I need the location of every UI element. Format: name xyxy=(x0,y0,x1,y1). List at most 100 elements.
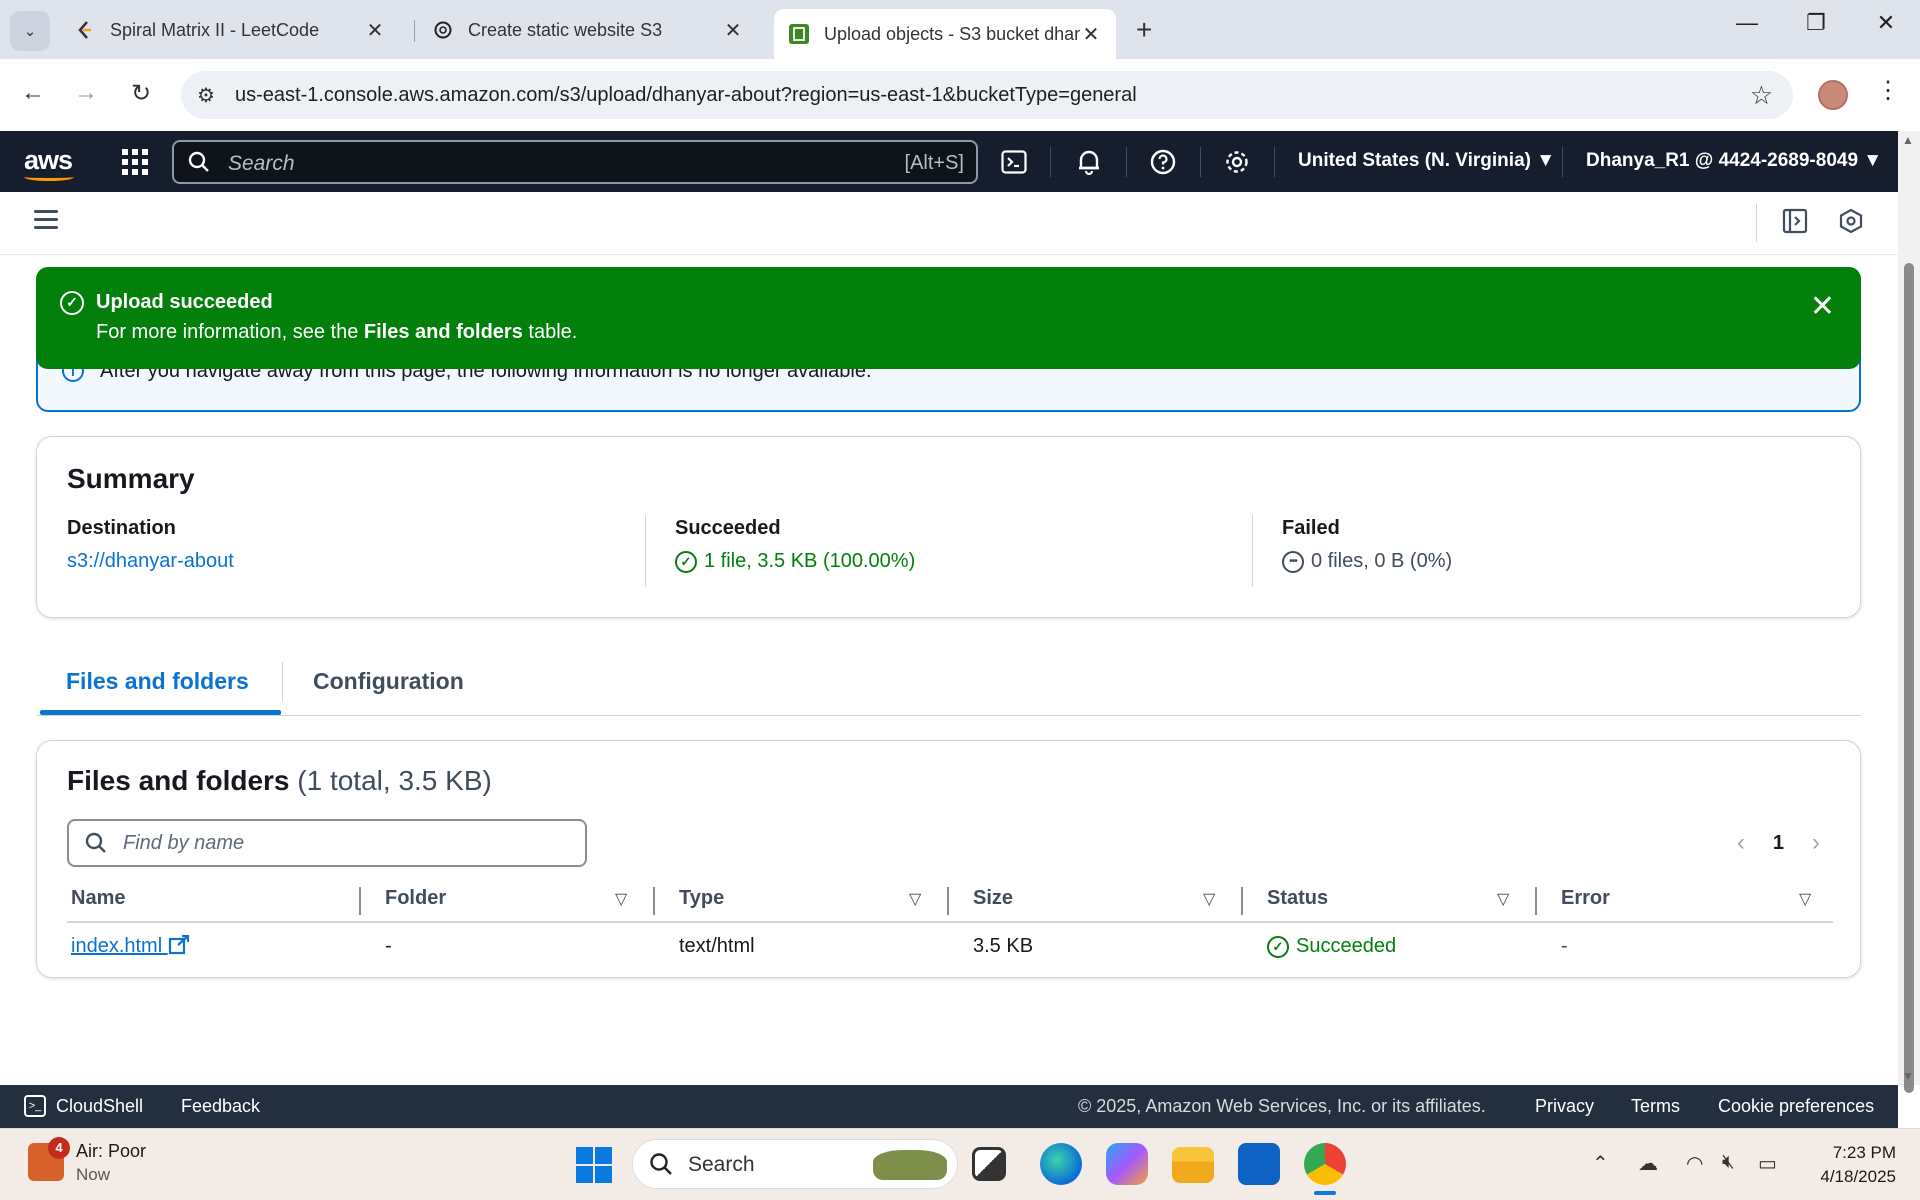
profile-avatar[interactable] xyxy=(1818,80,1848,110)
failed-value: ••• 0 files, 0 B (0%) xyxy=(1282,550,1452,573)
reload-icon[interactable]: ↻ xyxy=(125,79,157,108)
browser-tab-s3-upload[interactable]: Upload objects - S3 bucket dhanyar-about… xyxy=(774,9,1116,59)
table-row: index.html - text/html 3.5 KB ✓ Succeede… xyxy=(67,925,1833,969)
system-clock[interactable]: 7:23 PM 4/18/2025 xyxy=(1820,1141,1896,1189)
volume-muted-icon[interactable]: 🔇︎ xyxy=(1722,1151,1735,1174)
browser-tab-leetcode[interactable]: Spiral Matrix II - LeetCode ✕ xyxy=(60,9,400,51)
scroll-down-arrow-icon[interactable]: ▼ xyxy=(1902,1069,1914,1083)
show-hidden-icons-chevron-icon[interactable]: ⌃ xyxy=(1592,1151,1609,1176)
bell-icon[interactable] xyxy=(1072,145,1106,179)
page-scrollbar[interactable]: ▲ ▼ xyxy=(1898,131,1920,1093)
subheader-divider xyxy=(1756,204,1757,242)
previous-page-icon[interactable]: ‹ xyxy=(1737,829,1745,857)
onedrive-cloud-icon[interactable]: ☁ xyxy=(1638,1151,1658,1176)
aws-logo[interactable]: aws xyxy=(24,145,74,181)
close-flash-icon[interactable]: ✕ xyxy=(1810,289,1835,324)
close-tab-icon[interactable]: ✕ xyxy=(722,18,744,43)
outlook-icon[interactable] xyxy=(1238,1143,1280,1185)
tab-configuration[interactable]: Configuration xyxy=(313,668,464,695)
footer-copyright: © 2025, Amazon Web Services, Inc. or its… xyxy=(1078,1096,1486,1116)
tab-search-button[interactable]: ⌄ xyxy=(10,11,50,51)
services-grid-icon[interactable] xyxy=(122,149,148,175)
find-by-name-input[interactable] xyxy=(123,827,573,859)
column-resizer[interactable] xyxy=(1241,887,1243,915)
scrollbar-thumb[interactable] xyxy=(1904,263,1914,1093)
column-resizer[interactable] xyxy=(947,887,949,915)
column-divider xyxy=(645,515,646,587)
file-folder-cell: - xyxy=(385,935,392,957)
browser-tab-chatgpt[interactable]: Create static website S3 ✕ xyxy=(418,9,758,51)
column-header-folder[interactable]: Folder xyxy=(385,887,446,910)
flash-body-suffix: table. xyxy=(522,321,578,343)
close-tab-icon[interactable]: ✕ xyxy=(1080,22,1102,47)
succeeded-text: 1 file, 3.5 KB (100.00%) xyxy=(704,550,916,572)
restore-window-icon[interactable]: ❐ xyxy=(1796,10,1836,36)
flash-body-prefix: For more information, see the xyxy=(96,321,364,343)
file-name-link[interactable]: index.html xyxy=(71,934,190,958)
file-name-text: index.html xyxy=(71,935,163,957)
side-panel-icon[interactable] xyxy=(1782,208,1808,241)
gear-icon[interactable] xyxy=(1220,145,1254,179)
files-title-text: Files and folders xyxy=(67,765,290,796)
task-view-icon[interactable] xyxy=(972,1147,1006,1181)
site-settings-icon[interactable]: ⚙ xyxy=(197,83,215,108)
sort-icon[interactable]: ▽ xyxy=(909,889,921,909)
sort-icon[interactable]: ▽ xyxy=(615,889,627,909)
failed-column: Failed ••• 0 files, 0 B (0%) xyxy=(1282,517,1452,573)
column-header-error[interactable]: Error xyxy=(1561,887,1610,910)
windows-start-icon[interactable] xyxy=(576,1147,612,1183)
column-resizer[interactable] xyxy=(1535,887,1537,915)
sort-icon[interactable]: ▽ xyxy=(1203,889,1215,909)
column-header-type[interactable]: Type xyxy=(679,887,724,910)
forward-arrow-icon[interactable]: → xyxy=(70,79,102,107)
find-by-name-field[interactable] xyxy=(67,819,587,867)
check-circle-icon: ✓ xyxy=(60,291,84,315)
sort-icon[interactable]: ▽ xyxy=(1799,889,1811,909)
sort-icon[interactable]: ▽ xyxy=(1497,889,1509,909)
hamburger-menu-icon[interactable] xyxy=(34,210,58,234)
footer-terms-link[interactable]: Terms xyxy=(1631,1096,1680,1117)
active-tab-indicator xyxy=(40,710,281,715)
aws-top-nav: aws Search [Alt+S] United States (N. Vir… xyxy=(0,131,1898,192)
help-icon[interactable] xyxy=(1146,145,1180,179)
taskbar-search[interactable]: Search xyxy=(632,1139,958,1189)
wifi-icon[interactable]: ◠ xyxy=(1686,1151,1703,1176)
file-status-cell: ✓ Succeeded xyxy=(1267,935,1396,958)
back-arrow-icon[interactable]: ← xyxy=(17,79,49,107)
s3-favicon-icon xyxy=(788,23,810,45)
footer-cookie-link[interactable]: Cookie preferences xyxy=(1718,1096,1874,1117)
weather-title[interactable]: Air: Poor xyxy=(76,1141,146,1162)
current-page[interactable]: 1 xyxy=(1773,832,1784,855)
new-tab-button[interactable]: + xyxy=(1136,14,1152,46)
file-explorer-icon[interactable] xyxy=(1172,1147,1214,1183)
weather-widget-icon[interactable]: 4 xyxy=(28,1137,70,1181)
footer-privacy-link[interactable]: Privacy xyxy=(1535,1096,1594,1117)
settings-hexagon-icon[interactable] xyxy=(1838,208,1864,241)
destination-link[interactable]: s3://dhanyar-about xyxy=(67,550,234,573)
content-tabs: Files and folders Configuration xyxy=(36,656,1861,716)
address-bar[interactable]: ⚙ us-east-1.console.aws.amazon.com/s3/up… xyxy=(181,71,1793,119)
scroll-up-arrow-icon[interactable]: ▲ xyxy=(1902,133,1914,147)
aws-search-bar[interactable]: Search [Alt+S] xyxy=(172,140,978,184)
battery-icon[interactable]: ▭ xyxy=(1758,1151,1777,1176)
account-menu[interactable]: Dhanya_R1 @ 4424-2689-8049 ▼ xyxy=(1586,150,1882,172)
edge-browser-icon[interactable] xyxy=(1040,1143,1082,1185)
browser-menu-icon[interactable]: ⋮ xyxy=(1876,76,1900,105)
column-resizer[interactable] xyxy=(359,887,361,915)
tab-files-and-folders[interactable]: Files and folders xyxy=(66,668,249,695)
region-selector[interactable]: United States (N. Virginia) ▼ xyxy=(1298,150,1555,172)
minimize-window-icon[interactable]: — xyxy=(1727,10,1767,36)
footer-cloudshell-link[interactable]: CloudShell xyxy=(56,1096,143,1117)
column-header-status[interactable]: Status xyxy=(1267,887,1328,910)
footer-feedback-link[interactable]: Feedback xyxy=(181,1096,260,1117)
column-resizer[interactable] xyxy=(653,887,655,915)
close-tab-icon[interactable]: ✕ xyxy=(364,18,386,43)
column-header-name[interactable]: Name xyxy=(71,887,125,910)
chrome-icon[interactable] xyxy=(1304,1143,1346,1185)
column-header-size[interactable]: Size xyxy=(973,887,1013,910)
next-page-icon[interactable]: › xyxy=(1812,829,1820,857)
bookmark-star-icon[interactable]: ☆ xyxy=(1750,80,1773,111)
cloudshell-icon[interactable] xyxy=(997,145,1031,179)
copilot-icon[interactable] xyxy=(1106,1143,1148,1185)
close-window-icon[interactable]: ✕ xyxy=(1866,10,1906,36)
